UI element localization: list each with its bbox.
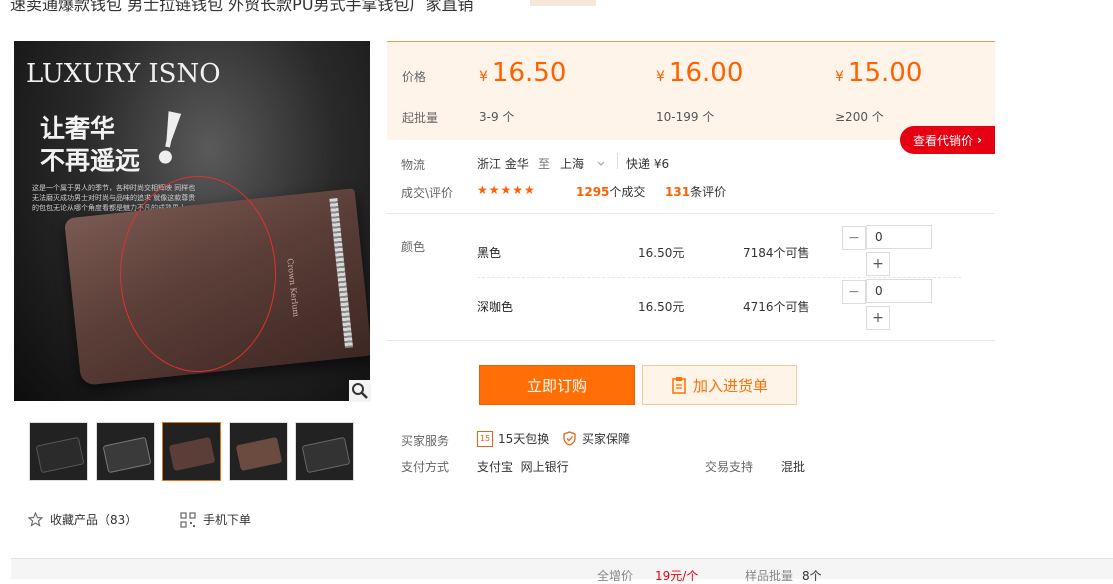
review-unit: 条评价 — [690, 185, 727, 199]
mobile-order-label: 手机下单 — [203, 513, 252, 527]
star-outline-icon — [28, 512, 43, 527]
image-brand-text: LUXURY ISNO — [26, 59, 221, 89]
sales-stat[interactable]: 1295个成交 — [576, 183, 645, 200]
logistics-to-word: 至 — [538, 157, 551, 171]
currency-symbol: ¥ — [479, 69, 488, 85]
logistics-method: 快递 ¥6 — [626, 157, 670, 171]
qrcode-icon — [180, 511, 196, 528]
bottom-text-2: 19元/个 — [655, 569, 699, 583]
trade-support-value: 混批 — [781, 460, 806, 474]
agent-price-label: 查看代销价 — [913, 133, 974, 148]
tier-range-2: 10-199 个 — [656, 110, 715, 124]
magnifier-icon — [352, 383, 368, 399]
logistics-destination: 上海 — [560, 157, 585, 171]
thumb-wallet — [102, 436, 152, 474]
thumbnail-5[interactable] — [295, 422, 354, 481]
currency-symbol: ¥ — [656, 69, 665, 85]
thumb-wallet — [35, 436, 85, 474]
guarantee-service[interactable]: 买家保障 — [562, 430, 630, 447]
thumbnail-2[interactable] — [96, 422, 155, 481]
tier-range-3: ≥200 个 — [835, 110, 884, 124]
qty-plus-button[interactable]: + — [866, 252, 890, 276]
currency-symbol: ¥ — [835, 69, 844, 85]
price-value: 16.50 — [491, 58, 567, 88]
color-option-price: 16.50元 — [638, 246, 685, 260]
bottom-info-bar: 全增价 19元/个 样品批量 8个 — [11, 558, 1113, 583]
sales-unit: 个成交 — [609, 185, 646, 199]
thumb-wallet — [235, 436, 283, 472]
qty-plus-button[interactable]: + — [866, 306, 890, 330]
bottom-text-4: 8个 — [802, 569, 822, 583]
rating-stars: ★★★★★ — [477, 183, 536, 197]
payment-label: 支付方式 — [401, 460, 450, 474]
image-slogan-line1: 让奢华 — [40, 114, 116, 143]
clipboard-icon — [672, 377, 686, 394]
freeship-label: 15天包换 — [498, 432, 550, 446]
shield-icon — [563, 431, 576, 446]
color-option-name: 深咖色 — [477, 300, 514, 314]
price-tier-1: ¥16.50 — [479, 58, 566, 88]
image-slogan-line2: 不再遥远 — [40, 146, 141, 175]
sales-count: 1295 — [576, 185, 610, 199]
zoom-button[interactable] — [349, 380, 371, 402]
trade-support-label: 交易支持 — [705, 460, 754, 474]
highlight-circle — [120, 176, 276, 372]
guarantee-label: 买家保障 — [582, 432, 631, 446]
price-label: 价格 — [402, 70, 427, 84]
payment-methods: 支付宝 网上银行 — [477, 460, 569, 474]
add-to-cart-button[interactable]: 加入进货单 — [642, 365, 797, 405]
moq-label: 起批量 — [402, 111, 439, 125]
title-tag — [530, 0, 596, 6]
bottom-text-1: 全增价 — [597, 569, 634, 583]
collect-product-link[interactable]: 收藏产品（83） — [28, 511, 137, 528]
qty-minus-button[interactable]: − — [842, 280, 866, 304]
row-divider — [477, 277, 961, 278]
wallet-logo: Crown Kerlum — [285, 257, 301, 318]
product-title: 速卖通爆款钱包 男士拉链钱包 外贸长款PU男式手拿钱包厂家直销 — [10, 0, 474, 14]
main-product-image[interactable]: LUXURY ISNO 让奢华 不再遥远 ! 这是一个属于男人的季节，各种时尚交… — [14, 41, 370, 401]
logistics-from: 浙江 金华 — [477, 157, 529, 171]
color-option-stock: 7184个可售 — [743, 246, 810, 260]
image-exclaim: ! — [145, 94, 194, 183]
stats-label: 成交\评价 — [401, 186, 454, 200]
thumbnail-1[interactable] — [29, 422, 88, 481]
thumbnail-3[interactable] — [162, 422, 221, 481]
price-panel — [387, 41, 995, 140]
logistics-divider — [617, 153, 618, 169]
package-icon: 15 — [477, 430, 493, 447]
price-tier-2: ¥16.00 — [656, 58, 743, 88]
qty-input[interactable]: 0 — [866, 279, 932, 303]
wallet-zipper — [329, 198, 354, 349]
logistics-destination-select[interactable]: 上海 — [560, 155, 606, 172]
price-value: 15.00 — [847, 58, 923, 88]
order-now-button[interactable]: 立即订购 — [479, 365, 635, 405]
price-tier-3: ¥15.00 — [835, 58, 922, 88]
image-slogan: 让奢华 不再遥远 — [40, 113, 140, 177]
buyer-service-label: 买家服务 — [401, 434, 450, 448]
thumb-wallet — [168, 436, 216, 472]
qty-input[interactable]: 0 — [866, 225, 932, 249]
color-option-name: 黑色 — [477, 246, 502, 260]
review-count: 131 — [665, 185, 691, 199]
add-to-cart-label: 加入进货单 — [692, 376, 768, 395]
qty-minus-button[interactable]: − — [842, 226, 866, 250]
freeship-service[interactable]: 15 15天包换 — [477, 430, 549, 447]
divider — [387, 213, 995, 214]
collect-label: 收藏产品（83） — [50, 513, 138, 527]
divider — [387, 340, 995, 341]
chevron-down-icon — [597, 161, 605, 166]
tier-range-1: 3-9 个 — [479, 110, 515, 124]
color-option-stock: 4716个可售 — [743, 300, 810, 314]
color-option-price: 16.50元 — [638, 300, 685, 314]
review-stat[interactable]: 131条评价 — [665, 183, 726, 200]
bottom-text-3: 样品批量 — [745, 569, 794, 583]
agent-price-button[interactable]: 查看代销价 › — [900, 126, 995, 154]
color-label: 颜色 — [401, 240, 426, 254]
chevron-right-icon: › — [977, 133, 982, 147]
thumb-wallet — [301, 436, 351, 474]
price-value: 16.00 — [668, 58, 744, 88]
mobile-order-link[interactable]: 手机下单 — [180, 511, 251, 528]
thumbnail-4[interactable] — [229, 422, 288, 481]
logistics-label: 物流 — [401, 158, 426, 172]
